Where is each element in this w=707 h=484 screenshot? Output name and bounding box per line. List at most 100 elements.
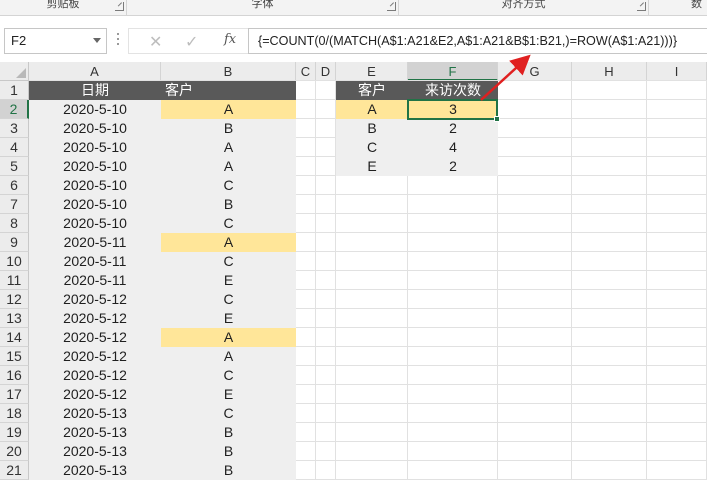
table1-customer-cell[interactable]: C — [161, 176, 296, 195]
ribbon-group-bar: 剪贴板 字体 对齐方式 数 — [0, 0, 707, 16]
row-header-10[interactable]: 10 — [0, 252, 29, 271]
table1-date-cell[interactable]: 2020-5-13 — [29, 423, 161, 442]
table1-date-cell[interactable]: 2020-5-11 — [29, 233, 161, 252]
ribbon-group-label: 字体 — [251, 0, 274, 10]
table2-customer-cell[interactable]: E — [336, 157, 408, 176]
fill-handle[interactable] — [494, 116, 500, 122]
table1-customer-cell[interactable]: E — [161, 385, 296, 404]
row-header-11[interactable]: 11 — [0, 271, 29, 290]
formula-input[interactable]: {=COUNT(0/(MATCH(A$1:A21&E2,A$1:A21&B$1:… — [248, 28, 707, 54]
table1-date-cell[interactable]: 2020-5-12 — [29, 309, 161, 328]
table2-visits-cell[interactable]: 2 — [408, 157, 498, 176]
row-header-7[interactable]: 7 — [0, 195, 29, 214]
table2-header-customer[interactable]: 客户 — [336, 81, 408, 100]
table1-customer-cell[interactable]: C — [161, 290, 296, 309]
select-all-button[interactable] — [0, 62, 29, 81]
table1-date-cell[interactable]: 2020-5-13 — [29, 461, 161, 480]
table1-customer-cell[interactable]: B — [161, 442, 296, 461]
column-header-b[interactable]: B — [161, 62, 296, 81]
table1-date-cell[interactable]: 2020-5-10 — [29, 100, 161, 119]
table1-customer-cell[interactable]: B — [161, 461, 296, 480]
column-header-h[interactable]: H — [572, 62, 647, 81]
table1-customer-cell[interactable]: A — [161, 347, 296, 366]
table1-customer-cell[interactable]: B — [161, 119, 296, 138]
table1-customer-cell[interactable]: B — [161, 195, 296, 214]
formula-buttons: ✕ ✓ fx — [128, 28, 248, 54]
table1-header-date[interactable]: 日期 — [29, 81, 161, 100]
table2-visits-cell[interactable]: 4 — [408, 138, 498, 157]
table1-date-cell[interactable]: 2020-5-12 — [29, 366, 161, 385]
row-header-5[interactable]: 5 — [0, 157, 29, 176]
column-header-i[interactable]: I — [647, 62, 707, 81]
table1-date-cell[interactable]: 2020-5-12 — [29, 347, 161, 366]
gridline — [315, 81, 316, 480]
row-header-8[interactable]: 8 — [0, 214, 29, 233]
dialog-launcher-icon[interactable] — [115, 2, 124, 11]
drag-handle-icon[interactable] — [117, 33, 120, 47]
table1-customer-cell[interactable]: C — [161, 404, 296, 423]
table1-date-cell[interactable]: 2020-5-10 — [29, 176, 161, 195]
table1-customer-cell[interactable]: C — [161, 214, 296, 233]
table2-customer-cell[interactable]: B — [336, 119, 408, 138]
table1-date-cell[interactable]: 2020-5-13 — [29, 442, 161, 461]
table1-date-cell[interactable]: 2020-5-12 — [29, 290, 161, 309]
name-box[interactable]: F2 — [4, 28, 107, 54]
row-header-3[interactable]: 3 — [0, 119, 29, 138]
table1-customer-cell[interactable]: A — [161, 138, 296, 157]
row-header-12[interactable]: 12 — [0, 290, 29, 309]
table1-date-cell[interactable]: 2020-5-10 — [29, 119, 161, 138]
column-header-a[interactable]: A — [29, 62, 161, 81]
table1-customer-cell[interactable]: C — [161, 252, 296, 271]
dialog-launcher-icon[interactable] — [387, 2, 396, 11]
table1-date-cell[interactable]: 2020-5-13 — [29, 404, 161, 423]
table1-customer-cell[interactable]: A — [161, 157, 296, 176]
row-header-9[interactable]: 9 — [0, 233, 29, 252]
row-header-18[interactable]: 18 — [0, 404, 29, 423]
table1-customer-cell[interactable]: E — [161, 309, 296, 328]
table1-header-customer[interactable]: 客户 — [161, 81, 296, 100]
table2-visits-cell[interactable]: 2 — [408, 119, 498, 138]
row-header-19[interactable]: 19 — [0, 423, 29, 442]
row-header-4[interactable]: 4 — [0, 138, 29, 157]
table1-date-cell[interactable]: 2020-5-10 — [29, 157, 161, 176]
insert-function-icon[interactable]: fx — [224, 32, 236, 47]
dialog-launcher-icon[interactable] — [637, 2, 646, 11]
table1-date-cell[interactable]: 2020-5-10 — [29, 195, 161, 214]
row-header-13[interactable]: 13 — [0, 309, 29, 328]
table2-customer-cell[interactable]: C — [336, 138, 408, 157]
table1-customer-cell[interactable]: A — [161, 233, 296, 252]
table1-date-cell[interactable]: 2020-5-11 — [29, 271, 161, 290]
row-header-21[interactable]: 21 — [0, 461, 29, 480]
row-header-6[interactable]: 6 — [0, 176, 29, 195]
enter-icon[interactable]: ✓ — [185, 32, 198, 52]
table1-customer-cell[interactable]: A — [161, 100, 296, 119]
row-header-15[interactable]: 15 — [0, 347, 29, 366]
row-header-14[interactable]: 14 — [0, 328, 29, 347]
active-cell-outline — [407, 99, 498, 120]
column-header-f[interactable]: F — [408, 62, 498, 81]
table1-date-cell[interactable]: 2020-5-10 — [29, 138, 161, 157]
worksheet-grid[interactable]: A B C D E F G H I 1 2 3 4 5 6 7 8 9 10 11 12 13 14 15 16 17 18 19 20… — [0, 62, 707, 484]
table1-date-cell[interactable]: 2020-5-10 — [29, 214, 161, 233]
table1-customer-cell[interactable]: B — [161, 423, 296, 442]
table1-customer-cell[interactable]: E — [161, 271, 296, 290]
row-header-17[interactable]: 17 — [0, 385, 29, 404]
column-header-e[interactable]: E — [336, 62, 408, 81]
table1-date-cell[interactable]: 2020-5-12 — [29, 385, 161, 404]
column-header-d[interactable]: D — [316, 62, 336, 81]
table1-date-cell[interactable]: 2020-5-11 — [29, 252, 161, 271]
row-header-2[interactable]: 2 — [0, 100, 29, 119]
column-header-c[interactable]: C — [296, 62, 316, 81]
cancel-icon[interactable]: ✕ — [149, 32, 162, 52]
table1-date-cell[interactable]: 2020-5-12 — [29, 328, 161, 347]
table1-customer-cell[interactable]: C — [161, 366, 296, 385]
row-header-1[interactable]: 1 — [0, 81, 29, 100]
table2-customer-cell[interactable]: A — [336, 100, 408, 119]
chevron-down-icon[interactable] — [93, 38, 101, 43]
column-header-g[interactable]: G — [498, 62, 572, 81]
table1-customer-cell[interactable]: A — [161, 328, 296, 347]
row-header-20[interactable]: 20 — [0, 442, 29, 461]
row-header-16[interactable]: 16 — [0, 366, 29, 385]
gridline — [571, 81, 572, 480]
table2-header-visits[interactable]: 来访次数 — [408, 81, 498, 100]
